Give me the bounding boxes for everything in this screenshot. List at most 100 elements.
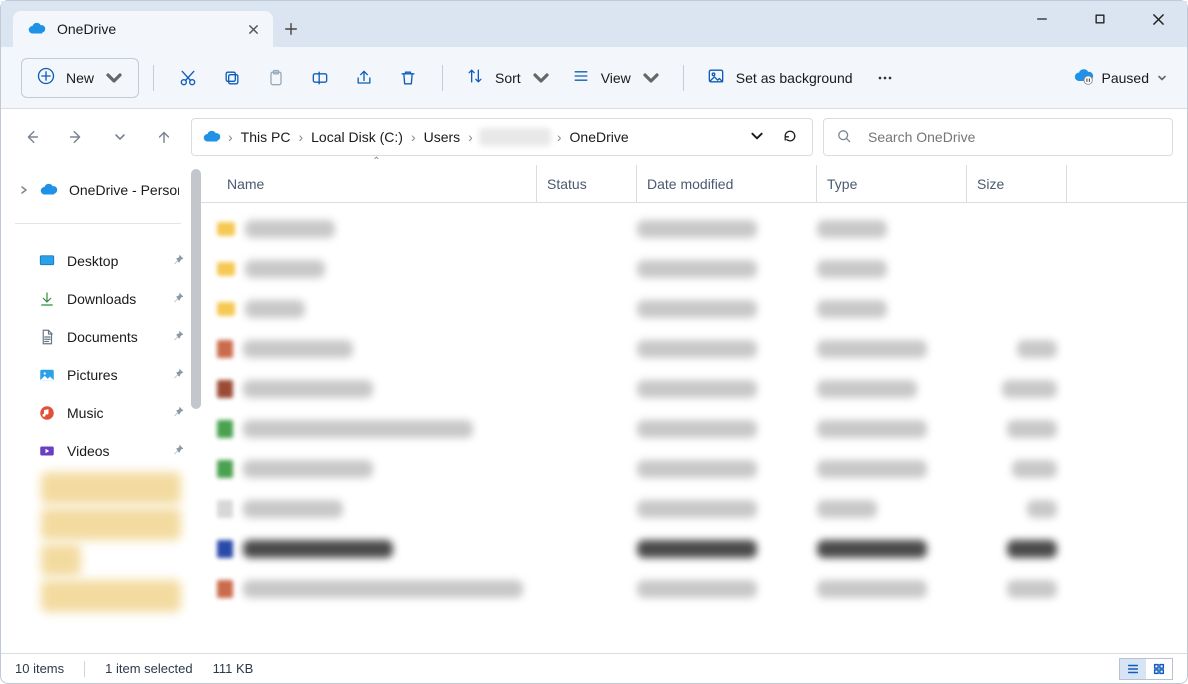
file-icon bbox=[217, 380, 233, 398]
separator bbox=[84, 661, 85, 677]
music-icon bbox=[37, 403, 57, 423]
tab-title: OneDrive bbox=[57, 21, 116, 37]
sidebar-item-redacted[interactable] bbox=[41, 508, 181, 540]
col-type[interactable]: Type bbox=[817, 165, 967, 202]
trash-icon bbox=[398, 68, 418, 88]
paste-button[interactable] bbox=[256, 58, 296, 98]
minimize-button[interactable] bbox=[1013, 1, 1071, 37]
rename-button[interactable] bbox=[300, 58, 340, 98]
search-input[interactable] bbox=[866, 128, 1160, 146]
onedrive-cloud-icon bbox=[39, 180, 59, 200]
search-icon bbox=[836, 128, 852, 147]
body: OneDrive - Personal Desktop Downloads bbox=[1, 165, 1187, 653]
pin-icon bbox=[172, 443, 185, 459]
chevron-down-icon bbox=[641, 68, 661, 88]
file-row[interactable] bbox=[197, 409, 1187, 449]
file-row[interactable] bbox=[197, 249, 1187, 289]
file-row[interactable] bbox=[197, 489, 1187, 529]
chevron-right-icon[interactable]: › bbox=[555, 129, 564, 145]
column-headers: ⌃ Name Status Date modified Type Size bbox=[197, 165, 1187, 203]
delete-button[interactable] bbox=[388, 58, 428, 98]
breadcrumb-users[interactable]: Users bbox=[422, 129, 463, 145]
col-status[interactable]: Status bbox=[537, 165, 637, 202]
file-row[interactable] bbox=[197, 569, 1187, 609]
rows bbox=[197, 203, 1187, 653]
copy-button[interactable] bbox=[212, 58, 252, 98]
sidebar-item-downloads[interactable]: Downloads bbox=[1, 280, 195, 318]
copy-icon bbox=[222, 68, 242, 88]
col-date[interactable]: Date modified bbox=[637, 165, 817, 202]
set-bg-button[interactable]: Set as background bbox=[698, 58, 861, 98]
file-icon bbox=[217, 500, 233, 518]
chevron-right-icon[interactable]: › bbox=[409, 129, 418, 145]
ellipsis-icon bbox=[875, 68, 895, 88]
more-button[interactable] bbox=[865, 58, 905, 98]
sidebar-item-desktop[interactable]: Desktop bbox=[1, 242, 195, 280]
sidebar-item-onedrive[interactable]: OneDrive - Personal bbox=[1, 171, 195, 209]
new-label: New bbox=[66, 70, 94, 86]
file-row[interactable] bbox=[197, 449, 1187, 489]
new-tab-button[interactable] bbox=[273, 11, 309, 47]
thumbnails-view-button[interactable] bbox=[1146, 659, 1172, 679]
file-row[interactable] bbox=[197, 369, 1187, 409]
scissors-icon bbox=[178, 68, 198, 88]
chevron-right-icon[interactable]: › bbox=[466, 129, 475, 145]
sidebar-scrollbar[interactable] bbox=[191, 169, 201, 409]
document-icon bbox=[37, 327, 57, 347]
col-name[interactable]: ⌃ Name bbox=[217, 165, 537, 202]
sidebar-item-redacted[interactable] bbox=[41, 472, 181, 504]
breadcrumb-this-pc[interactable]: This PC bbox=[239, 129, 293, 145]
sort-button[interactable]: Sort bbox=[457, 58, 559, 98]
address-bar[interactable]: › This PC › Local Disk (C:) › Users › › … bbox=[191, 118, 813, 156]
cut-button[interactable] bbox=[168, 58, 208, 98]
file-row[interactable] bbox=[197, 209, 1187, 249]
folder-icon bbox=[217, 302, 235, 316]
sidebar-item-label: Documents bbox=[67, 329, 138, 345]
sidebar-item-redacted[interactable] bbox=[41, 580, 181, 612]
close-window-button[interactable] bbox=[1129, 1, 1187, 37]
maximize-button[interactable] bbox=[1071, 1, 1129, 37]
file-list: ⌃ Name Status Date modified Type Size bbox=[196, 165, 1187, 653]
share-button[interactable] bbox=[344, 58, 384, 98]
view-button[interactable]: View bbox=[563, 58, 669, 98]
addr-dropdown-button[interactable] bbox=[750, 129, 764, 146]
new-button[interactable]: New bbox=[21, 58, 139, 98]
recent-locations-button[interactable] bbox=[103, 120, 137, 154]
breadcrumb-onedrive[interactable]: OneDrive bbox=[568, 129, 631, 145]
file-icon bbox=[217, 420, 233, 438]
sync-status[interactable]: Paused bbox=[1074, 66, 1167, 89]
separator bbox=[442, 65, 443, 91]
up-button[interactable] bbox=[147, 120, 181, 154]
breadcrumb-local-disk[interactable]: Local Disk (C:) bbox=[309, 129, 405, 145]
file-row[interactable] bbox=[197, 289, 1187, 329]
window-tab[interactable]: OneDrive bbox=[13, 11, 273, 47]
sidebar-item-redacted[interactable] bbox=[41, 544, 81, 576]
pin-icon bbox=[172, 367, 185, 383]
back-button[interactable] bbox=[15, 120, 49, 154]
clipboard-icon bbox=[266, 68, 286, 88]
forward-button[interactable] bbox=[59, 120, 93, 154]
sidebar-item-documents[interactable]: Documents bbox=[1, 318, 195, 356]
refresh-button[interactable] bbox=[782, 128, 798, 147]
details-view-button[interactable] bbox=[1120, 659, 1146, 679]
file-row-selected[interactable] bbox=[197, 529, 1187, 569]
col-size[interactable]: Size bbox=[967, 165, 1067, 202]
new-plus-icon bbox=[36, 66, 56, 89]
chevron-right-icon[interactable]: › bbox=[226, 129, 235, 145]
file-icon bbox=[217, 340, 233, 358]
sidebar-item-pictures[interactable]: Pictures bbox=[1, 356, 195, 394]
sidebar-item-music[interactable]: Music bbox=[1, 394, 195, 432]
statusbar: 10 items 1 item selected 111 KB bbox=[1, 653, 1187, 683]
sidebar-item-videos[interactable]: Videos bbox=[1, 432, 195, 470]
file-icon bbox=[217, 460, 233, 478]
chevron-right-icon[interactable]: › bbox=[296, 129, 305, 145]
folder-icon bbox=[217, 222, 235, 236]
file-row[interactable] bbox=[197, 329, 1187, 369]
pin-icon bbox=[172, 291, 185, 307]
tab-close-button[interactable] bbox=[247, 23, 259, 35]
expand-right-icon[interactable] bbox=[19, 182, 29, 198]
view-list-icon bbox=[571, 66, 591, 89]
item-count: 10 items bbox=[15, 661, 64, 676]
breadcrumb-username-redacted[interactable] bbox=[479, 128, 551, 146]
search-box[interactable] bbox=[823, 118, 1173, 156]
